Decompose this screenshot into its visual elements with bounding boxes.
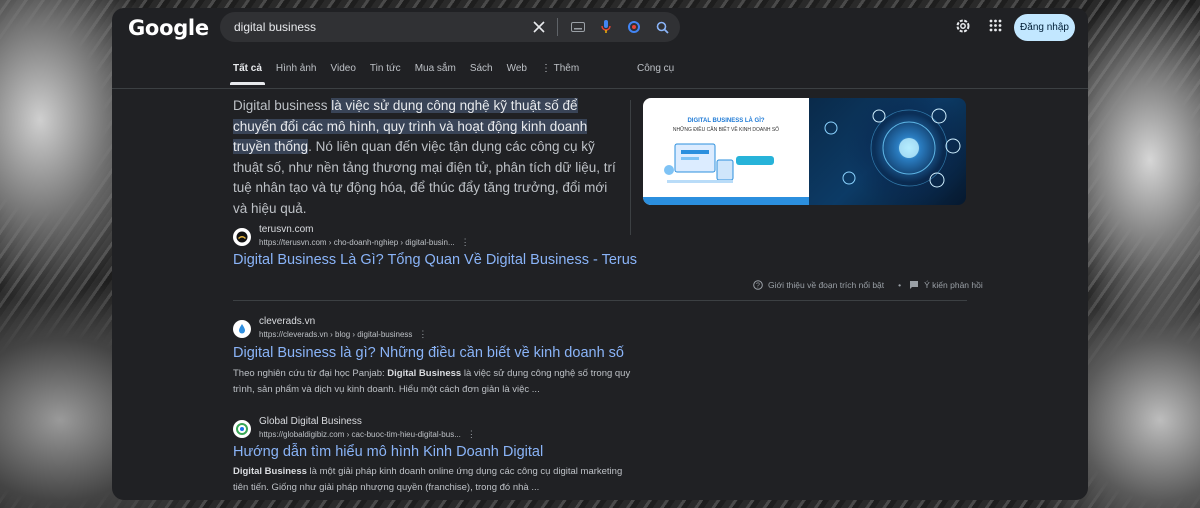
question-icon: ? xyxy=(753,280,763,290)
search-icon[interactable] xyxy=(652,17,672,37)
clear-icon[interactable] xyxy=(529,17,549,37)
tabs-divider xyxy=(112,88,1088,89)
tab-video[interactable]: Video xyxy=(331,60,356,90)
more-options-icon[interactable]: ⋮ xyxy=(418,329,427,340)
result-3-source[interactable]: Global Digital Business https://globaldi… xyxy=(233,416,476,440)
keyboard-icon[interactable] xyxy=(568,17,588,37)
image-subtitle: NHỮNG ĐIỀU CẦN BIẾT VỀ KINH DOANH SỐ xyxy=(672,127,780,133)
snippet-lead: Digital business xyxy=(233,98,332,113)
search-divider xyxy=(557,18,558,36)
featured-image-infographic[interactable]: DIGITAL BUSINESS LÀ GÌ? NHỮNG ĐIỀU CẦN B… xyxy=(643,98,809,205)
apps-grid-icon[interactable] xyxy=(989,19,1002,37)
lens-icon[interactable] xyxy=(624,17,644,37)
snippet-divider xyxy=(630,100,631,235)
more-options-icon[interactable]: ⋮ xyxy=(461,237,470,248)
illustration-icon xyxy=(664,143,734,183)
about-snippet-link[interactable]: Giới thiệu về đoạn trích nổi bật xyxy=(768,280,884,290)
feedback-link[interactable]: Ý kiến phản hồi xyxy=(924,280,983,290)
featured-snippet-text: Digital business là việc sử dụng công ng… xyxy=(233,96,618,219)
microphone-icon[interactable] xyxy=(596,17,616,37)
tools-button[interactable]: Công cụ xyxy=(637,63,674,74)
result-2-title[interactable]: Digital Business là gì? Những điều cần b… xyxy=(233,345,624,361)
about-snippet-row: ? Giới thiệu về đoạn trích nổi bật • Ý k… xyxy=(753,280,989,290)
result-2-snippet-start: Theo nghiên cứu từ đại học Panjab: xyxy=(233,368,388,379)
result-1-site: terusvn.com xyxy=(259,224,314,235)
more-options-icon[interactable]: ⋮ xyxy=(467,429,476,440)
result-3-snippet-bold: Digital Business xyxy=(233,466,307,477)
dot-separator: • xyxy=(898,280,902,290)
tech-circles-icon xyxy=(824,108,961,188)
tab-news[interactable]: Tin tức xyxy=(370,60,401,90)
tab-more[interactable]: ⋮ Thêm xyxy=(541,60,579,90)
result-2-snippet: Theo nghiên cứu từ đại học Panjab: Digit… xyxy=(233,366,633,398)
terus-favicon-icon xyxy=(233,228,251,246)
globaldigibiz-favicon-icon xyxy=(233,420,251,438)
svg-text:?: ? xyxy=(756,283,760,290)
result-1-source[interactable]: terusvn.com https://terusvn.com › cho-do… xyxy=(233,224,470,248)
image-band xyxy=(643,197,809,205)
image-cta xyxy=(736,156,774,165)
feedback-icon xyxy=(910,281,919,289)
search-tabs: Tất cả Hình ảnh Video Tin tức Mua sắm Sá… xyxy=(230,60,593,90)
tab-images[interactable]: Hình ảnh xyxy=(276,60,317,90)
signin-button[interactable]: Đăng nhập xyxy=(1014,14,1075,41)
result-2-url: https://cleverads.vn › blog › digital-bu… xyxy=(259,330,413,339)
image-title: DIGITAL BUSINESS LÀ GÌ? xyxy=(687,118,765,124)
featured-images[interactable]: DIGITAL BUSINESS LÀ GÌ? NHỮNG ĐIỀU CẦN B… xyxy=(643,98,966,205)
featured-image-tech[interactable] xyxy=(809,98,966,205)
result-2-snippet-bold: Digital Business xyxy=(387,368,462,379)
result-3-title[interactable]: Hướng dẫn tìm hiểu mô hình Kinh Doanh Di… xyxy=(233,444,543,460)
browser-window: Google digital business Đăng nhập Tất cả xyxy=(112,8,1088,500)
result-1-title[interactable]: Digital Business Là Gì? Tổng Quan Về Dig… xyxy=(233,252,637,268)
tab-web[interactable]: Web xyxy=(507,60,527,90)
tab-books[interactable]: Sách xyxy=(470,60,493,90)
result-2-site: cleverads.vn xyxy=(259,316,316,327)
search-input[interactable]: digital business xyxy=(234,20,529,34)
tab-all[interactable]: Tất cả xyxy=(230,60,265,90)
gear-icon[interactable] xyxy=(955,18,971,39)
tab-shopping[interactable]: Mua sắm xyxy=(415,60,456,90)
result-1-url: https://terusvn.com › cho-doanh-nghiep ›… xyxy=(259,238,455,247)
result-2-source[interactable]: cleverads.vn https://cleverads.vn › blog… xyxy=(233,316,427,340)
search-box[interactable]: digital business xyxy=(220,12,680,42)
result-3-site: Global Digital Business xyxy=(259,416,362,427)
cleverads-favicon-icon xyxy=(233,320,251,338)
google-logo[interactable]: Google xyxy=(128,16,209,40)
results-divider xyxy=(233,300,967,301)
result-3-snippet: Digital Business là một giải pháp kinh d… xyxy=(233,464,633,496)
result-3-url: https://globaldigibiz.com › cac-buoc-tim… xyxy=(259,430,461,439)
